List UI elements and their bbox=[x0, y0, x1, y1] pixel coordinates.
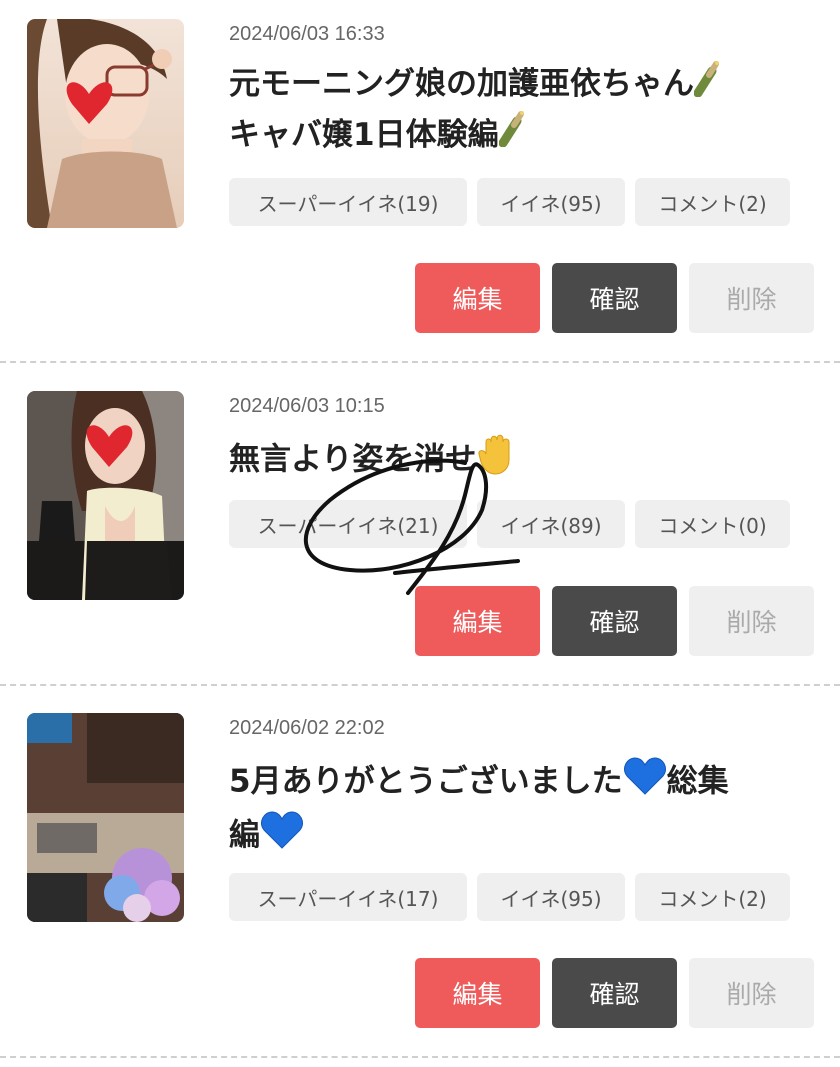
delete-button[interactable]: 削除 bbox=[689, 958, 814, 1028]
like-count[interactable]: イイネ(95) bbox=[477, 178, 625, 226]
post-reaction-tags: スーパーイイネ(21) イイネ(89) コメント(0) bbox=[229, 500, 790, 548]
confirm-button[interactable]: 確認 bbox=[552, 586, 677, 656]
post-thumbnail[interactable] bbox=[27, 391, 184, 600]
divider bbox=[0, 684, 840, 686]
champagne-icon bbox=[693, 60, 722, 111]
super-like-count[interactable]: スーパーイイネ(21) bbox=[229, 500, 467, 548]
post-reaction-tags: スーパーイイネ(19) イイネ(95) コメント(2) bbox=[229, 178, 790, 226]
post-reaction-tags: スーパーイイネ(17) イイネ(95) コメント(2) bbox=[229, 873, 790, 921]
post-title[interactable]: 5月ありがとうございました 総集 編 bbox=[229, 756, 819, 864]
divider bbox=[0, 361, 840, 363]
post-title-text: 5月ありがとうございました bbox=[229, 763, 623, 800]
edit-button[interactable]: 編集 bbox=[415, 586, 540, 656]
blue-heart-icon bbox=[260, 810, 304, 864]
post-title-text-suffix: 総集 bbox=[666, 763, 729, 800]
post-title-text-line2: 編 bbox=[229, 817, 260, 854]
post-title-text-line2: キャバ嬢1日体験編 bbox=[229, 116, 499, 153]
confirm-button[interactable]: 確認 bbox=[552, 958, 677, 1028]
blue-heart-icon bbox=[623, 756, 667, 810]
like-count[interactable]: イイネ(95) bbox=[477, 873, 625, 921]
like-count[interactable]: イイネ(89) bbox=[477, 500, 625, 548]
post-actions: 編集 確認 削除 bbox=[415, 263, 814, 333]
post-title-text: 元モーニング娘の加護亜依ちゃん bbox=[229, 66, 694, 102]
comment-count[interactable]: コメント(0) bbox=[635, 500, 790, 548]
post-thumbnail[interactable] bbox=[27, 19, 184, 228]
super-like-count[interactable]: スーパーイイネ(17) bbox=[229, 873, 467, 921]
confirm-button[interactable]: 確認 bbox=[552, 263, 677, 333]
post-date: 2024/06/02 22:02 bbox=[229, 717, 385, 739]
super-like-count[interactable]: スーパーイイネ(19) bbox=[229, 178, 467, 226]
post-date: 2024/06/03 10:15 bbox=[229, 395, 385, 417]
post-title[interactable]: 元モーニング娘の加護亜依ちゃん キャバ嬢1日体験編 bbox=[229, 60, 819, 161]
edit-button[interactable]: 編集 bbox=[415, 958, 540, 1028]
comment-count[interactable]: コメント(2) bbox=[635, 178, 790, 226]
delete-button[interactable]: 削除 bbox=[689, 586, 814, 656]
post-date: 2024/06/03 16:33 bbox=[229, 23, 385, 45]
post-thumbnail[interactable] bbox=[27, 713, 184, 922]
raised-hand-icon bbox=[476, 432, 520, 490]
comment-count[interactable]: コメント(2) bbox=[635, 873, 790, 921]
post-title[interactable]: 無言より姿を消せ bbox=[229, 432, 819, 490]
post-actions: 編集 確認 削除 bbox=[415, 958, 814, 1028]
post-actions: 編集 確認 削除 bbox=[415, 586, 814, 656]
edit-button[interactable]: 編集 bbox=[415, 263, 540, 333]
divider bbox=[0, 1056, 840, 1058]
delete-button[interactable]: 削除 bbox=[689, 263, 814, 333]
champagne-icon bbox=[498, 111, 527, 161]
post-title-text: 無言より姿を消せ bbox=[229, 441, 477, 478]
